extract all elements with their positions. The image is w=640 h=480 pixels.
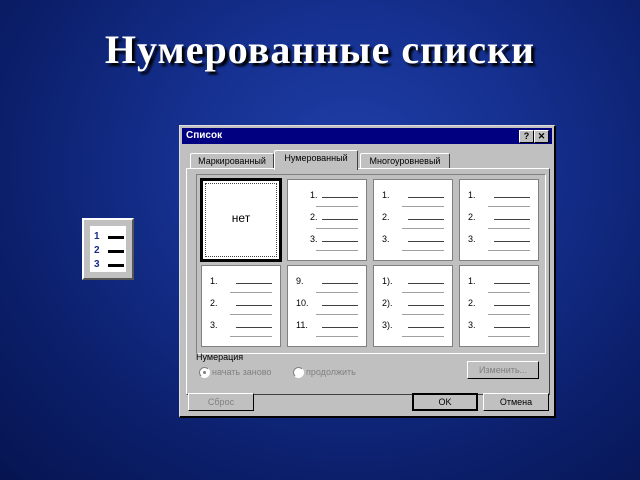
numbering-group-label: Нумерация (196, 352, 244, 362)
list-number-label: 3. (468, 320, 476, 330)
tab-multilevel[interactable]: Многоуровневый (360, 153, 450, 169)
style-cell[interactable]: 1). 2). 3). (373, 265, 453, 347)
list-line (322, 197, 358, 198)
icon-number-3: 3 (94, 259, 100, 270)
list-subline (230, 314, 272, 315)
list-subline (402, 250, 444, 251)
list-number-label: 2. (468, 298, 476, 308)
list-line (408, 241, 444, 242)
list-subline (402, 206, 444, 207)
list-number-label: 3). (382, 320, 393, 330)
list-subline (488, 250, 530, 251)
style-cell[interactable]: 1. 2. 3. (201, 265, 281, 347)
icon-line (108, 250, 124, 253)
list-number-label: 3. (468, 234, 476, 244)
ok-button[interactable]: OK (412, 393, 478, 411)
list-subline (488, 336, 530, 337)
list-line (322, 241, 358, 242)
style-cell[interactable]: 1. 2. 3. (287, 179, 367, 261)
list-number-label: 9. (296, 276, 304, 286)
continue-radio-label: продолжить (306, 367, 356, 377)
list-subline (488, 206, 530, 207)
list-subline (488, 228, 530, 229)
list-subline (230, 292, 272, 293)
list-subline (402, 228, 444, 229)
list-number-label: 10. (296, 298, 309, 308)
list-line (236, 283, 272, 284)
list-line (494, 305, 530, 306)
modify-button[interactable]: Изменить... (467, 361, 539, 379)
list-number-label: 2. (468, 212, 476, 222)
list-subline (402, 314, 444, 315)
list-line (494, 327, 530, 328)
slide-title: Нумерованные списки (104, 27, 536, 72)
list-number-label: 2). (382, 298, 393, 308)
style-cell[interactable]: 1. 2. 3. (373, 179, 453, 261)
list-line (494, 197, 530, 198)
list-subline (402, 292, 444, 293)
style-cell[interactable]: 9. 10. 11. (287, 265, 367, 347)
list-subline (316, 228, 358, 229)
list-subline (316, 336, 358, 337)
list-line (408, 305, 444, 306)
list-subline (402, 336, 444, 337)
list-number-label: 1. (468, 190, 476, 200)
list-line (236, 305, 272, 306)
restart-radio[interactable] (199, 367, 210, 378)
close-button[interactable]: ✕ (534, 130, 549, 143)
list-line (494, 219, 530, 220)
list-line (322, 283, 358, 284)
list-line (322, 305, 358, 306)
icon-line (108, 264, 124, 267)
numbering-toolbar-button[interactable]: 1 2 3 (82, 218, 134, 280)
style-none-cell[interactable]: нет (200, 178, 282, 262)
style-none-label: нет (231, 211, 251, 225)
list-subline (316, 314, 358, 315)
list-number-label: 2. (210, 298, 218, 308)
help-button[interactable]: ? (519, 130, 534, 143)
icon-number-1: 1 (94, 231, 100, 242)
list-subline (488, 314, 530, 315)
cancel-button[interactable]: Отмена (483, 393, 549, 411)
list-line (494, 241, 530, 242)
list-number-label: 1. (210, 276, 218, 286)
style-cell[interactable]: 1. 2. 3. (459, 265, 539, 347)
list-number-label: 11. (296, 320, 308, 330)
list-line (236, 327, 272, 328)
list-subline (316, 292, 358, 293)
list-number-label: 1. (310, 190, 318, 200)
reset-button[interactable]: Сброс (188, 393, 254, 411)
list-subline (316, 250, 358, 251)
numbering-gallery: нет 1. 2. 3. 1. 2. 3. 1. 2. 3. 1. 2. 3. 9. 10. 11.… (196, 174, 546, 354)
list-number-label: 2. (382, 212, 390, 222)
list-number-label: 1. (468, 276, 476, 286)
list-number-label: 3. (382, 234, 390, 244)
list-number-label: 3. (310, 234, 318, 244)
list-line (494, 283, 530, 284)
style-cell[interactable]: 1. 2. 3. (459, 179, 539, 261)
list-line (408, 219, 444, 220)
list-subline (230, 336, 272, 337)
list-dialog: Список ? ✕ Маркированный Нумерованный Мн… (179, 125, 556, 418)
list-line (408, 197, 444, 198)
icon-line (108, 236, 124, 239)
list-number-label: 1. (382, 190, 390, 200)
tab-bulleted[interactable]: Маркированный (190, 153, 274, 169)
list-subline (316, 206, 358, 207)
restart-radio-label: начать заново (212, 367, 272, 377)
tab-numbered[interactable]: Нумерованный (274, 150, 358, 170)
list-line (322, 327, 358, 328)
list-subline (488, 292, 530, 293)
dialog-titlebar: Список ? ✕ (182, 128, 552, 144)
numbering-icon: 1 2 3 (90, 226, 126, 272)
list-number-label: 2. (310, 212, 318, 222)
dialog-title: Список (186, 130, 223, 141)
list-line (408, 327, 444, 328)
icon-number-2: 2 (94, 245, 100, 256)
list-line (408, 283, 444, 284)
list-line (322, 219, 358, 220)
list-number-label: 3. (210, 320, 218, 330)
list-number-label: 1). (382, 276, 393, 286)
continue-radio[interactable] (293, 367, 304, 378)
